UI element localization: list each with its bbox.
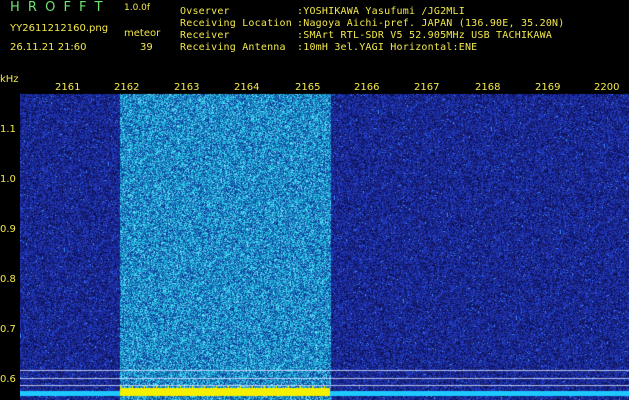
header-panel: H R O F F T 1.0.0f YY2611212160.png 26.1… [0,0,629,80]
location-value: :Nagoya Aichi-pref. JAPAN (136.90E, 35.2… [297,18,565,29]
x-tick-label: 2165 [295,82,321,93]
y-tick-label: 0.6 [0,374,16,385]
receiver-label: Receiver [180,30,230,41]
app-version: 1.0.0f [124,3,151,13]
x-tick-label: 2167 [414,82,440,93]
y-tick-label: 0.8 [0,274,16,285]
x-tick-label: 2200 [594,82,620,93]
y-tick-label: 1.1 [0,124,16,135]
y-tick-label: 0.9 [0,224,16,235]
observer-label: Ovserver [180,6,230,17]
antenna-value: :10mH 3el.YAGI Horizontal:ENE [297,42,478,53]
receiver-value: :SMArt RTL-SDR V5 52.905MHz USB TACHIKAW… [297,30,553,41]
location-label: Receiving Location [180,18,292,29]
x-tick-label: 2163 [174,82,200,93]
x-tick-label: 2166 [354,82,380,93]
event-label: meteor [124,28,161,39]
y-axis-unit: kHz [0,74,19,85]
x-tick-label: 2168 [475,82,501,93]
date-time: 26.11.21 21:60 [10,42,87,53]
app-name: H R O F F T [10,0,105,15]
x-tick-label: 2169 [535,82,561,93]
x-tick-label: 2164 [234,82,260,93]
x-tick-label: 2161 [55,82,81,93]
observer-value: :YOSHIKAWA Yasufumi /JG2MLI [297,6,465,17]
antenna-label: Receiving Antenna [180,42,286,53]
y-tick-label: 0.7 [0,324,16,335]
y-tick-label: 1.0 [0,174,16,185]
x-tick-label: 2162 [114,82,140,93]
waterfall-spectrogram [20,82,629,400]
file-name: YY2611212160.png [10,23,109,34]
event-count: 39 [140,42,153,53]
